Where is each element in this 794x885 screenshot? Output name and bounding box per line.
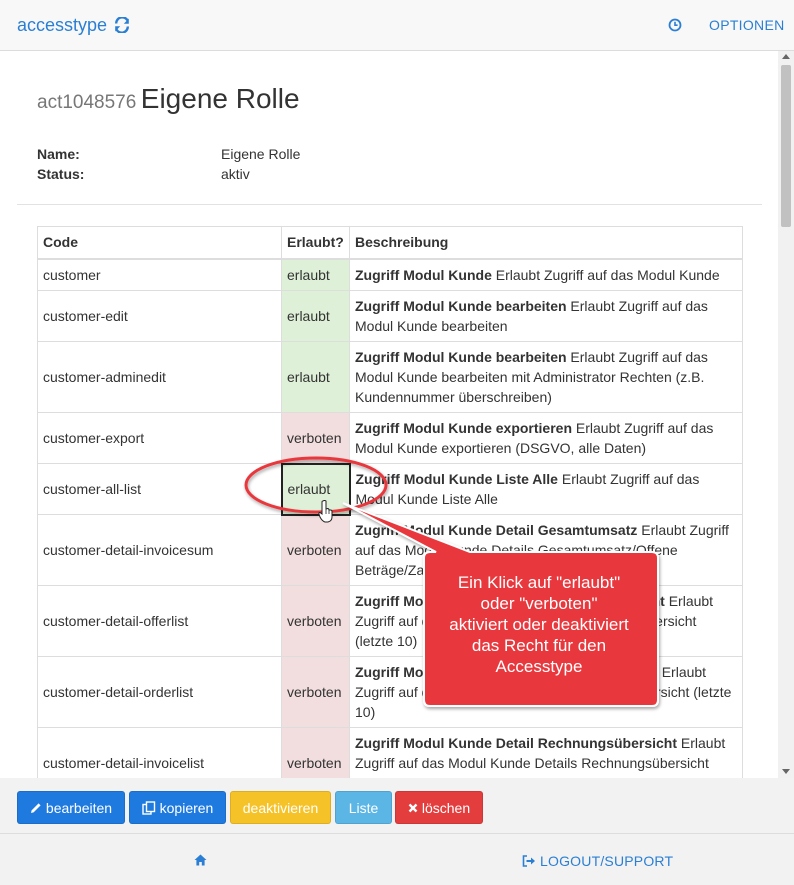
row-code: customer-detail-invoicesum (37, 514, 282, 586)
table-row: customer-all-list erlaubt Zugriff Modul Ku… (37, 462, 743, 516)
description-text: Erlaubt Zugriff auf das Modul Kunde (491, 266, 720, 283)
permission-toggle[interactable]: erlaubt (281, 258, 350, 291)
row-code: customer-detail-offerlist (37, 585, 282, 657)
description-title: Zugriff Modul Kunde bearbeiten (355, 349, 567, 365)
permission-toggle[interactable]: erlaubt (281, 341, 350, 413)
scrollbar[interactable] (778, 51, 794, 778)
scroll-down-arrow[interactable] (782, 769, 790, 774)
page-title: act1048576 Eigene Rolle (37, 83, 300, 115)
permission-toggle[interactable]: verboten (281, 412, 350, 464)
row-description: Zugriff Modul Kunde Liste Alle Erlaubt Z… (349, 463, 743, 515)
description-title: Zugriff Modul Kunde Detail Rechnungsüber… (355, 735, 677, 751)
scroll-thumb[interactable] (781, 65, 791, 227)
content-panel: act1048576 Eigene Rolle Name: Eigene Rol… (0, 51, 778, 778)
permission-toggle[interactable]: verboten (281, 585, 350, 657)
row-description: Zugriff Modul Kunde bearbeiten Erlaubt Z… (349, 341, 743, 413)
status-value: aktiv (221, 166, 250, 182)
clock-icon[interactable] (668, 18, 682, 32)
permission-toggle[interactable]: erlaubt (281, 290, 350, 342)
row-code: customer-edit (37, 290, 282, 342)
table-row: customer-adminedit erlaubt Zugriff Modul K… (37, 341, 743, 413)
delete-label: löschen (421, 799, 471, 816)
row-code: customer-adminedit (37, 341, 282, 413)
name-value: Eigene Rolle (221, 146, 301, 162)
x-icon (408, 803, 418, 812)
description-title: Zugriff Modul Kunde Detail Gesamtumsatz (355, 522, 638, 538)
row-code: customer-detail-invoicelist (37, 727, 282, 778)
hand-cursor-icon (318, 500, 333, 523)
top-navbar: accesstype OPTIONEN (0, 0, 794, 51)
permission-toggle[interactable]: erlaubt (280, 462, 351, 516)
table-header-row: Code Erlaubt? Beschreibung (37, 226, 743, 260)
permission-toggle[interactable]: verboten (281, 514, 350, 586)
permissions-table: Code Erlaubt? Beschreibung customer erlau… (37, 226, 743, 778)
row-code: customer (37, 258, 282, 291)
callout-line: oder "verboten" (480, 594, 598, 613)
copy-label: kopieren (159, 799, 214, 816)
brand[interactable]: accesstype (17, 15, 130, 36)
description-title: Zugriff Modul Kunde Liste Alle (355, 471, 558, 487)
copy-icon (141, 800, 155, 815)
col-code: Code (37, 226, 282, 260)
home-icon[interactable] (194, 854, 207, 866)
callout-line: Ein Klick auf "erlaubt" (457, 573, 621, 592)
edit-label: bearbeiten (45, 799, 113, 816)
delete-button[interactable]: löschen (395, 791, 483, 824)
divider (17, 204, 762, 205)
role-name: Eigene Rolle (140, 83, 300, 114)
scroll-up-arrow[interactable] (782, 54, 790, 59)
row-description: Zugriff Modul Kunde Detail Rechnungsüber… (349, 727, 743, 778)
status-label: Status: (37, 166, 85, 182)
options-link[interactable]: OPTIONEN (709, 17, 785, 33)
permission-toggle[interactable]: verboten (281, 727, 350, 778)
row-description: Zugriff Modul Kunde bearbeiten Erlaubt Z… (349, 290, 743, 342)
name-label: Name: (37, 146, 80, 162)
pencil-icon (30, 802, 41, 813)
list-button[interactable]: Liste (335, 791, 392, 824)
brand-label[interactable]: accesstype (17, 15, 107, 35)
table-row: customer-export verboten Zugriff Modul Kun… (37, 412, 743, 464)
logout-icon (522, 855, 535, 867)
permission-toggle[interactable]: verboten (281, 656, 350, 728)
description-title: Zugriff Modul Kunde bearbeiten (355, 298, 567, 314)
row-code: customer-all-list (37, 463, 282, 515)
table-row: customer erlaubt Zugriff Modul Kunde Erlau… (37, 258, 743, 291)
deactivate-button[interactable]: deaktivieren (230, 791, 331, 824)
row-description: Zugriff Modul Kunde exportieren Erlaubt … (349, 412, 743, 464)
callout-line: Accesstype (495, 657, 583, 676)
row-code: customer-export (37, 412, 282, 464)
description-title: Zugriff Modul Kunde (355, 266, 492, 283)
table-row: customer-edit erlaubt Zugriff Modul Kunde … (37, 290, 743, 342)
action-bar: bearbeiten kopieren deaktivieren Liste l… (0, 778, 794, 834)
copy-button[interactable]: kopieren (129, 791, 226, 824)
row-code: customer-detail-orderlist (37, 656, 282, 728)
table-row: customer-detail-invoicelist verboten Zugri… (37, 727, 743, 778)
callout-line: aktiviert oder deaktiviert (449, 615, 629, 634)
logout-link[interactable]: LOGOUT/SUPPORT (522, 853, 673, 869)
callout-line: das Recht für den (471, 636, 607, 655)
description-title: Zugriff Modul Kunde exportieren (355, 420, 572, 436)
accesstype-code: act1048576 (37, 92, 137, 113)
refresh-icon[interactable] (114, 16, 130, 34)
edit-button[interactable]: bearbeiten (17, 791, 125, 824)
logout-label: LOGOUT/SUPPORT (540, 853, 674, 869)
col-description: Beschreibung (349, 226, 743, 260)
col-allowed: Erlaubt? (281, 226, 350, 260)
row-description: Zugriff Modul Kunde Erlaubt Zugriff auf … (349, 258, 743, 291)
callout-text: Ein Klick auf "erlaubt" oder "verboten" … (432, 572, 646, 677)
